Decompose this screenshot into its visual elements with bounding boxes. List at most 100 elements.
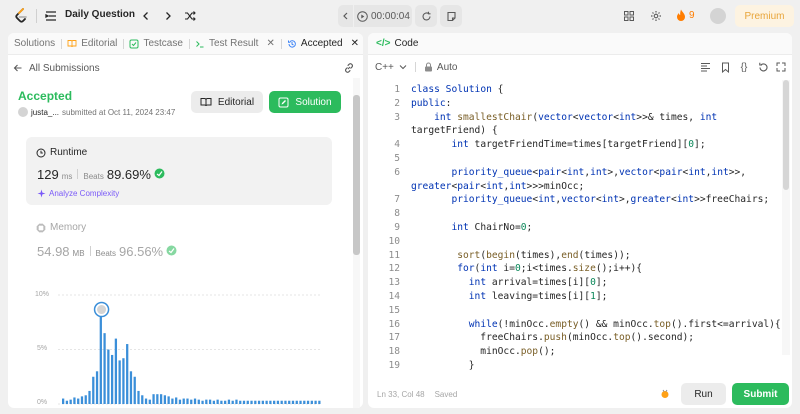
chart-bar[interactable] [167, 396, 170, 404]
premium-button[interactable]: Premium [735, 5, 794, 27]
code-tab[interactable]: </> Code [368, 33, 792, 55]
tab-editorial[interactable]: Editorial [63, 33, 121, 55]
chart-bar[interactable] [152, 394, 155, 404]
code-line[interactable]: class Solution { [411, 83, 503, 97]
tab-accepted[interactable]: Accepted ✕ [283, 33, 363, 55]
chart-bar[interactable] [163, 395, 167, 404]
chart-bar[interactable] [205, 399, 208, 404]
chart-bar[interactable] [178, 399, 182, 404]
chart-bar[interactable] [250, 400, 253, 404]
memory-section[interactable]: Memory 54.98 MB Beats 96.56% [36, 222, 177, 259]
code-editor[interactable]: 1 class Solution {2 public: 3 int smallestC… [368, 83, 792, 373]
chart-bar[interactable] [261, 400, 264, 404]
chart-bar[interactable] [175, 397, 178, 404]
code-line[interactable]: int ChairNo=0; [411, 221, 532, 235]
chart-bar[interactable] [265, 400, 268, 404]
chart-bar[interactable] [144, 398, 148, 404]
notes-button[interactable] [440, 5, 462, 27]
code-line[interactable]: priority_queue<int,vector<int>,greater<i… [411, 193, 769, 207]
close-icon[interactable]: ✕ [266, 38, 274, 49]
editor-scrollbar[interactable] [782, 80, 790, 355]
chart-bar[interactable] [84, 395, 87, 404]
runtime-card[interactable]: Runtime 129 ms Beats 89.69% Analyze Comp… [26, 137, 332, 205]
fullscreen-icon[interactable] [775, 61, 787, 73]
chart-bar[interactable] [291, 400, 295, 404]
arrow-left-icon[interactable] [13, 63, 23, 73]
tab-test-result[interactable]: Test Result ✕ [191, 33, 279, 55]
braces-icon[interactable]: {} [738, 61, 750, 73]
chart-bar[interactable] [88, 390, 91, 404]
avatar[interactable] [18, 107, 28, 117]
chart-bar[interactable] [220, 400, 223, 404]
chart-bar[interactable] [129, 371, 133, 404]
chart-bar[interactable] [242, 400, 246, 404]
chart-bar[interactable] [92, 376, 95, 404]
streak-counter[interactable]: 9 [676, 9, 695, 21]
chart-bar[interactable] [77, 398, 80, 404]
chart-bar[interactable] [224, 400, 227, 404]
chart-bar[interactable] [171, 398, 174, 404]
problem-list-title[interactable]: Daily Question [65, 9, 135, 20]
link-icon[interactable] [343, 62, 355, 74]
scrollbar-thumb[interactable] [353, 95, 360, 255]
chart-bar[interactable] [201, 400, 204, 404]
settings-button[interactable] [646, 6, 666, 26]
debug-icon[interactable] [659, 388, 671, 403]
editor-scrollbar-thumb[interactable] [783, 80, 789, 190]
chart-bar[interactable] [239, 400, 242, 404]
chart-bar[interactable] [310, 400, 313, 404]
chart-bar[interactable] [314, 400, 317, 404]
timer-collapse-button[interactable] [338, 5, 354, 27]
chart-bar[interactable] [118, 360, 121, 404]
problem-list-icon[interactable] [44, 9, 58, 23]
chart-bar[interactable] [73, 397, 76, 404]
author-name[interactable]: justa_... [31, 108, 59, 117]
chart-bar[interactable] [295, 400, 298, 404]
chart-bar[interactable] [159, 394, 163, 404]
submit-button[interactable]: Submit [732, 383, 789, 405]
play-circle-icon[interactable] [357, 10, 368, 22]
chart-bar[interactable] [246, 400, 249, 404]
chart-bar[interactable] [299, 400, 302, 404]
code-line[interactable]: } [411, 359, 475, 373]
chart-bar[interactable] [254, 400, 257, 404]
layout-button[interactable] [619, 6, 639, 26]
chart-bar[interactable] [114, 338, 118, 404]
chart-bar[interactable] [227, 399, 231, 404]
leetcode-logo-icon[interactable] [14, 8, 28, 27]
chart-bar[interactable] [141, 395, 144, 404]
chart-bar[interactable] [80, 396, 84, 404]
prev-problem-button[interactable] [136, 6, 156, 26]
chart-bar[interactable] [197, 399, 200, 404]
code-line[interactable]: for(int i=0;i<times.size();i++){ [411, 262, 642, 276]
chart-bar[interactable] [235, 399, 238, 404]
code-line[interactable]: int smallestChair(vector<vector<int>>& t… [411, 111, 717, 125]
run-button[interactable]: Run [681, 383, 726, 405]
auto-mode[interactable]: Auto [424, 62, 457, 73]
chart-bar[interactable] [99, 313, 102, 404]
chart-bar[interactable] [280, 400, 283, 404]
editorial-button[interactable]: Editorial [191, 91, 263, 113]
chart-bar[interactable] [284, 400, 287, 404]
close-icon[interactable]: ✕ [351, 38, 359, 49]
chart-bar[interactable] [110, 354, 114, 404]
chart-bar[interactable] [190, 399, 193, 404]
chart-bar[interactable] [148, 399, 151, 404]
runtime-distribution-chart[interactable]: 10% 5% 0% [26, 283, 332, 408]
chart-bar[interactable] [257, 400, 261, 404]
scrollbar[interactable] [353, 78, 360, 408]
code-line[interactable]: minOcc.pop(); [411, 345, 555, 359]
chart-bar[interactable] [182, 398, 185, 404]
solution-button[interactable]: Solution [269, 91, 341, 113]
chart-bar[interactable] [273, 400, 276, 404]
tab-solutions[interactable]: Solutions [10, 33, 59, 55]
chart-bar[interactable] [193, 398, 197, 404]
reset-timer-button[interactable] [415, 5, 437, 27]
code-line[interactable]: int targetFriendTime=times[targetFriend]… [411, 138, 705, 152]
chart-bar[interactable] [216, 399, 219, 404]
chart-bar[interactable] [95, 371, 99, 404]
chart-bar[interactable] [156, 394, 159, 404]
code-line[interactable]: sort(begin(times),end(times)); [411, 249, 630, 263]
chart-bar[interactable] [103, 333, 106, 404]
code-line[interactable]: public: [411, 97, 451, 111]
